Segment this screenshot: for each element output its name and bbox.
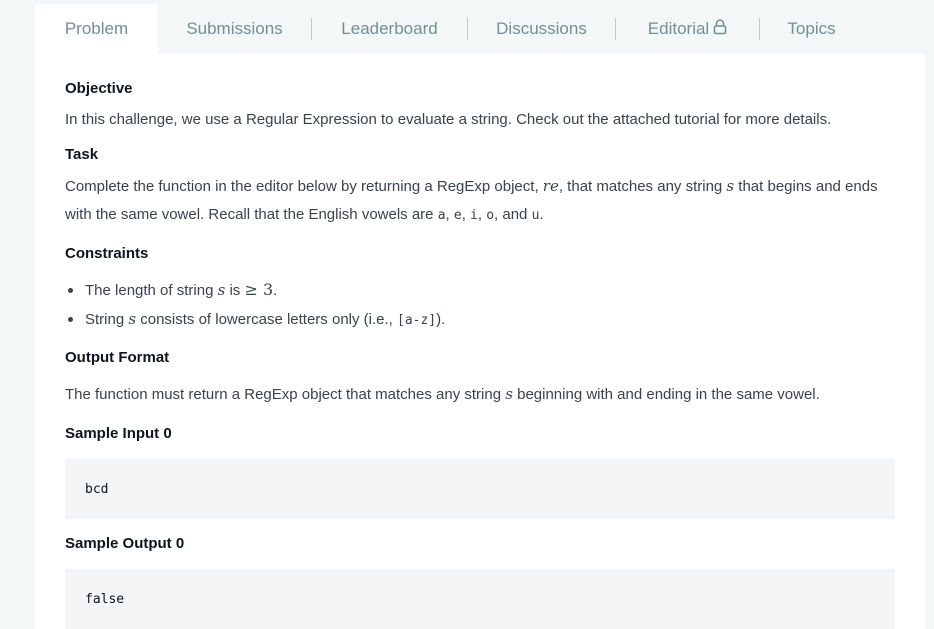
task-heading: Task (65, 146, 99, 163)
constraint-text: ). (436, 311, 446, 328)
tab-editorial-label: Editorial (647, 19, 710, 38)
vowel-code: a (437, 208, 446, 223)
tab-leaderboard-label: Leaderboard (341, 19, 438, 38)
vowel-code: e (453, 208, 462, 223)
sample-input-heading: Sample Input 0 (65, 425, 172, 442)
separator: , (445, 206, 454, 223)
output-text-part: The function must return a RegExp object… (65, 386, 506, 403)
constraint-item: The length of string s is ≥ 3. (65, 276, 895, 305)
problem-statement-panel: Objective In this challenge, we use a Re… (35, 54, 925, 629)
constraint-text: consists of lowercase letters only (i.e.… (136, 311, 397, 328)
vowel-code: i (470, 208, 478, 223)
task-text-part: Complete the function in the editor belo… (65, 178, 543, 195)
sample-input-code: bcd (85, 481, 109, 497)
constraints-list: The length of string s is ≥ 3. String s … (65, 276, 895, 335)
sample-output-code: false (85, 591, 125, 607)
problem-tabs: Problem Submissions Leaderboard Discussi… (35, 4, 925, 54)
output-text-part: beginning with and ending in the same vo… (512, 386, 820, 403)
task-text-part: , that matches any string (558, 178, 727, 195)
math-var-s: s (505, 385, 513, 403)
separator: , and (494, 206, 532, 223)
objective-text: In this challenge, we use a Regular Expr… (65, 111, 832, 128)
math-var-re: re (542, 177, 559, 195)
tab-submissions[interactable]: Submissions (158, 4, 311, 54)
task-text: Complete the function in the editor belo… (65, 172, 895, 230)
inline-code: [a-z] (397, 313, 437, 328)
output-format-heading: Output Format (65, 349, 170, 366)
tab-problem[interactable]: Problem (35, 4, 158, 54)
separator: , (477, 206, 487, 223)
sample-output-heading: Sample Output 0 (65, 535, 185, 552)
separator: . (539, 206, 544, 223)
lock-icon (713, 18, 727, 40)
math-expression: ≥ 3 (244, 280, 274, 299)
constraint-text: . (273, 282, 278, 299)
sample-output-codebox: false (65, 569, 895, 629)
constraints-heading: Constraints (65, 245, 149, 262)
tab-editorial[interactable]: Editorial (616, 4, 759, 54)
constraint-item: String s consists of lowercase letters o… (65, 305, 895, 335)
constraint-text: is (225, 282, 245, 299)
separator: , (461, 206, 471, 223)
vowel-code: o (486, 208, 495, 223)
constraint-text: The length of string (85, 282, 218, 299)
tab-topics[interactable]: Topics (760, 4, 863, 54)
tab-topics-label: Topics (787, 19, 836, 38)
math-var-s: s (128, 310, 137, 328)
math-var-s: s (726, 177, 735, 195)
output-format-text: The function must return a RegExp object… (65, 380, 895, 409)
objective-heading: Objective (65, 80, 133, 97)
constraint-text: String (85, 311, 129, 328)
tab-problem-label: Problem (64, 19, 129, 38)
sample-input-codebox: bcd (65, 459, 895, 519)
tab-leaderboard[interactable]: Leaderboard (312, 4, 467, 54)
tab-discussions-label: Discussions (496, 19, 587, 38)
tab-submissions-label: Submissions (186, 19, 283, 38)
tab-discussions[interactable]: Discussions (468, 4, 615, 54)
